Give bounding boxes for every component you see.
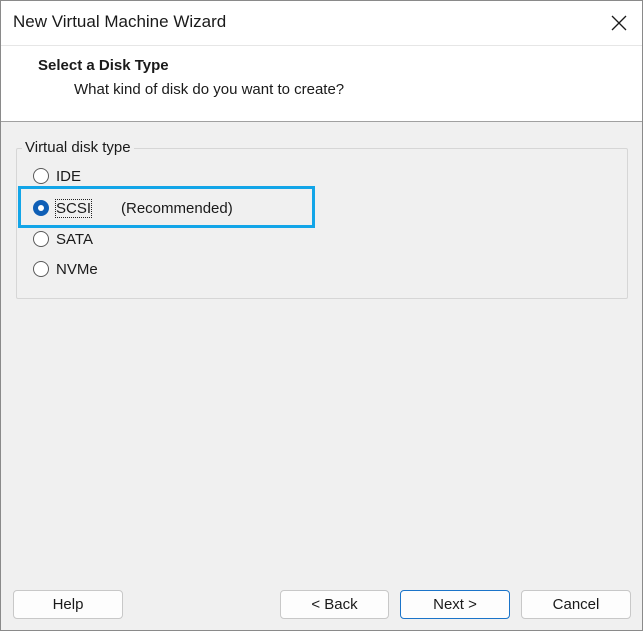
close-button[interactable] (596, 1, 642, 45)
cancel-button[interactable]: Cancel (521, 590, 631, 619)
radio-label-scsi: SCSI (54, 198, 93, 218)
back-button[interactable]: < Back (280, 590, 389, 619)
recommended-note: (Recommended) (121, 199, 233, 217)
page-title: Select a Disk Type (38, 57, 169, 74)
help-button[interactable]: Help (13, 590, 123, 619)
wizard-window: New Virtual Machine Wizard Select a Disk… (0, 0, 643, 631)
group-label: Virtual disk type (22, 139, 134, 156)
page-subtitle: What kind of disk do you want to create? (74, 81, 345, 98)
radio-sata[interactable]: SATA (33, 228, 93, 250)
wizard-header: Select a Disk Type What kind of disk do … (1, 46, 642, 122)
radio-button-ide[interactable] (33, 168, 49, 184)
radio-button-nvme[interactable] (33, 261, 49, 277)
radio-label-sata: SATA (56, 230, 93, 248)
radio-button-sata[interactable] (33, 231, 49, 247)
window-title: New Virtual Machine Wizard (13, 12, 227, 31)
radio-ide[interactable]: IDE (33, 165, 81, 187)
radio-label-nvme: NVMe (56, 260, 98, 278)
next-button[interactable]: Next > (400, 590, 510, 619)
radio-scsi[interactable]: SCSI (Recommended) (33, 197, 233, 219)
close-icon (611, 15, 627, 31)
title-bar: New Virtual Machine Wizard (1, 1, 642, 46)
radio-button-scsi[interactable] (33, 200, 49, 216)
radio-label-ide: IDE (56, 167, 82, 185)
radio-nvme[interactable]: NVMe (33, 258, 98, 280)
